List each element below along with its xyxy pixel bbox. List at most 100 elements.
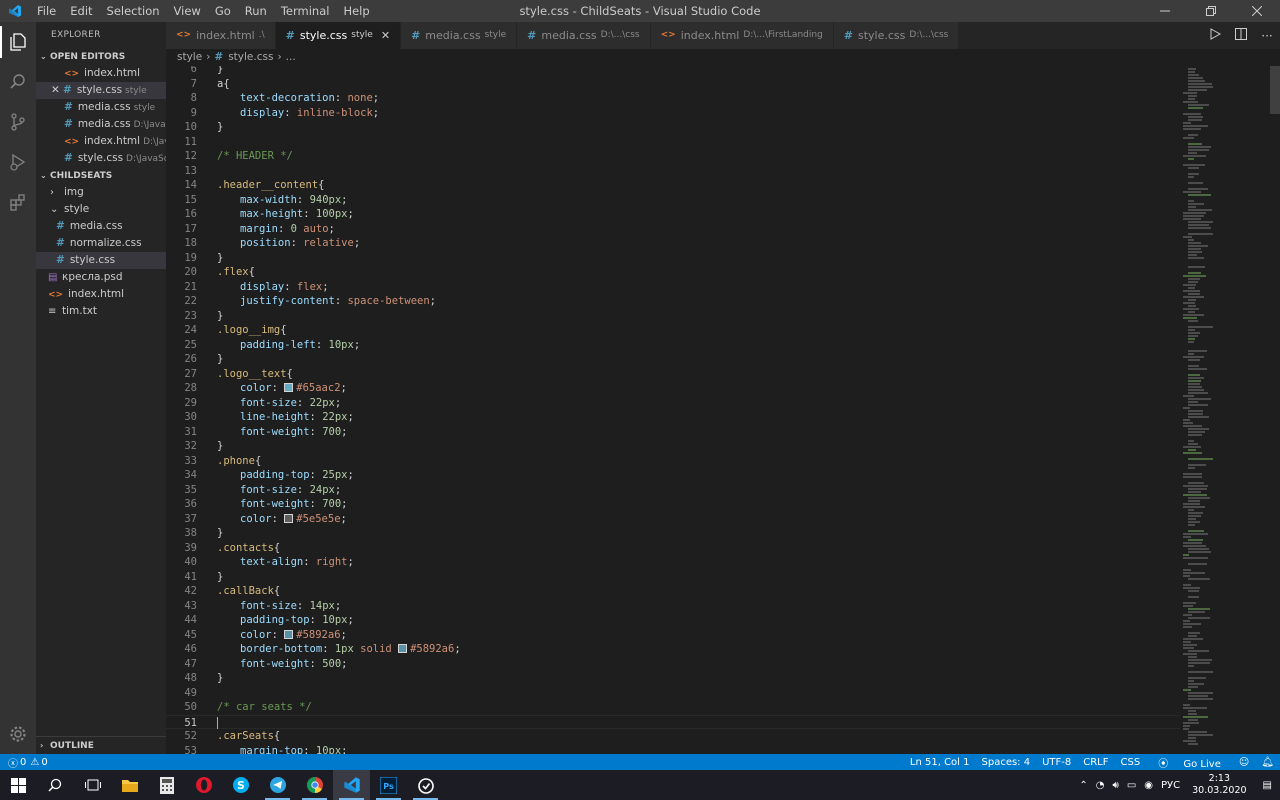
volume-icon[interactable]: 🔊︎ [1109, 780, 1123, 791]
menu-help[interactable]: Help [336, 0, 376, 22]
code-line[interactable]: 16 max-height: 100px; [166, 207, 1180, 222]
tab-media-css[interactable]: # media.css style [401, 22, 518, 49]
search-icon[interactable] [0, 62, 36, 102]
indentation[interactable]: Spaces: 4 [976, 757, 1037, 768]
close-window-button[interactable] [1234, 0, 1280, 22]
breadcrumb-folder[interactable]: style [177, 51, 202, 63]
notifications-icon[interactable]: 🔔︎ [1255, 757, 1280, 768]
input-language[interactable]: РУС [1157, 780, 1184, 791]
code-line[interactable]: 10} [166, 120, 1180, 135]
update-icon[interactable]: ◔ [1092, 780, 1109, 791]
code-line[interactable]: 35 font-size: 24px; [166, 483, 1180, 498]
code-line[interactable]: 50 /* car seats */ [166, 700, 1180, 715]
code-line[interactable]: 8 text-decoration: none; [166, 91, 1180, 106]
code-line[interactable]: 38} [166, 526, 1180, 541]
file-item[interactable]: <> index.html [36, 286, 166, 303]
open-editor-item[interactable]: <> index.html [36, 65, 166, 82]
code-line[interactable]: 21 display: flex; [166, 280, 1180, 295]
code-line[interactable]: 36 font-weight: 700; [166, 497, 1180, 512]
extensions-icon[interactable] [0, 182, 36, 222]
close-icon[interactable]: ✕ [51, 82, 63, 99]
color-swatch[interactable] [398, 644, 408, 653]
code-line[interactable]: 44 padding-top: 10px; [166, 613, 1180, 628]
color-swatch[interactable] [284, 383, 294, 392]
split-editor-icon[interactable] [1228, 28, 1254, 43]
code-line[interactable]: 39 .contacts{ [166, 541, 1180, 556]
menu-selection[interactable]: Selection [100, 0, 167, 22]
tab-media-css-2[interactable]: # media.css D:\...\css [517, 22, 651, 49]
project-header[interactable]: ⌄ CHILDSEATS [36, 167, 166, 184]
code-line[interactable]: 24 .logo__img{ [166, 323, 1180, 338]
encoding[interactable]: UTF-8 [1036, 757, 1077, 768]
code-line[interactable]: 51 [166, 714, 1180, 729]
code-line[interactable]: 48} [166, 671, 1180, 686]
windows-start-icon[interactable] [0, 770, 37, 800]
notifications-icon[interactable]: ▤ [1255, 780, 1280, 791]
more-actions-icon[interactable]: ··· [1254, 29, 1280, 43]
code-line[interactable]: 45 color: #5892a6; [166, 628, 1180, 643]
outline-header[interactable]: › OUTLINE [36, 736, 166, 754]
close-icon[interactable]: ✕ [381, 22, 390, 49]
color-swatch[interactable] [284, 513, 294, 523]
code-line[interactable]: 40 text-align: right; [166, 555, 1180, 570]
tab-index-html[interactable]: <> index.html .\ [166, 22, 276, 49]
tab-style-css-2[interactable]: # style.css D:\...\css [833, 22, 960, 49]
search-icon[interactable] [37, 770, 74, 800]
code-line[interactable]: 7 a{ [166, 77, 1180, 92]
menu-go[interactable]: Go [208, 0, 238, 22]
network-icon[interactable]: ▭ [1123, 780, 1140, 791]
file-item[interactable]: ≡ tim.txt [36, 303, 166, 320]
code-line[interactable]: 17 margin: 0 auto; [166, 222, 1180, 237]
line-ending[interactable]: CRLF [1077, 757, 1114, 768]
code-line[interactable]: 42 .callBack{ [166, 584, 1180, 599]
code-line[interactable]: 6} [166, 66, 1180, 77]
restore-button[interactable] [1188, 0, 1234, 22]
folder-img[interactable]: › img [36, 184, 166, 201]
code-line[interactable]: 32} [166, 439, 1180, 454]
breadcrumb-file[interactable]: style.css [228, 51, 273, 63]
menu-view[interactable]: View [167, 0, 208, 22]
file-explorer-icon[interactable] [111, 770, 148, 800]
task-view-icon[interactable] [74, 770, 111, 800]
clock-app-icon[interactable] [407, 770, 444, 800]
open-editors-header[interactable]: ⌄ OPEN EDITORS [36, 48, 166, 65]
folder-style[interactable]: ⌄ style [36, 201, 166, 218]
opera-icon[interactable] [185, 770, 222, 800]
chrome-icon[interactable] [296, 770, 333, 800]
code-line[interactable]: 29 font-size: 22px; [166, 396, 1180, 411]
tab-style-css-active[interactable]: # style.css style ✕ [275, 22, 402, 49]
vscode-icon[interactable] [333, 770, 370, 800]
clock[interactable]: 2:13 30.03.2020 [1184, 773, 1254, 797]
photoshop-icon[interactable]: Ps [370, 770, 407, 800]
settings-gear-icon[interactable] [0, 714, 36, 754]
file-item[interactable]: # normalize.css [36, 235, 166, 252]
code-line[interactable]: 20 .flex{ [166, 265, 1180, 280]
color-swatch[interactable] [284, 629, 294, 639]
minimap-scrollbar[interactable] [1270, 66, 1280, 114]
minimap[interactable] [1180, 66, 1280, 754]
code-line[interactable]: 13 [166, 164, 1180, 179]
code-line[interactable]: 37 color: #5e5e5e; [166, 512, 1180, 527]
open-editor-item[interactable]: # style.cssD:\JavaScr... [36, 150, 166, 167]
run-debug-icon[interactable] [0, 142, 36, 182]
code-line[interactable]: 25 padding-left: 10px; [166, 338, 1180, 353]
breadcrumb-symbols[interactable]: ... [286, 51, 296, 63]
code-line[interactable]: 46 border-bottom: 1px solid #5892a6; [166, 642, 1180, 657]
source-control-icon[interactable] [0, 102, 36, 142]
code-line[interactable]: 14 .header__content{ [166, 178, 1180, 193]
language-mode[interactable]: CSS [1115, 757, 1147, 768]
code-line[interactable]: 11 [166, 135, 1180, 150]
code-line[interactable]: 18 position: relative; [166, 236, 1180, 251]
code-line[interactable]: 49 [166, 686, 1180, 701]
feedback-icon[interactable]: ☺ [1233, 757, 1255, 768]
code-line[interactable]: 27 .logo__text{ [166, 367, 1180, 382]
file-item[interactable]: ▤ кресла.psd [36, 269, 166, 286]
menu-run[interactable]: Run [238, 0, 274, 22]
go-live-button[interactable]: ⦿ Go Live [1146, 755, 1233, 770]
code-line[interactable]: 15 max-width: 940px; [166, 193, 1180, 208]
code-line[interactable]: 34 padding-top: 25px; [166, 468, 1180, 483]
code-line[interactable]: 9 display: inline-block; [166, 106, 1180, 121]
steam-icon[interactable]: ◉ [1140, 780, 1157, 791]
file-item-active[interactable]: # style.css [36, 252, 166, 269]
code-line[interactable]: 28 color: #65aac2; [166, 381, 1180, 396]
